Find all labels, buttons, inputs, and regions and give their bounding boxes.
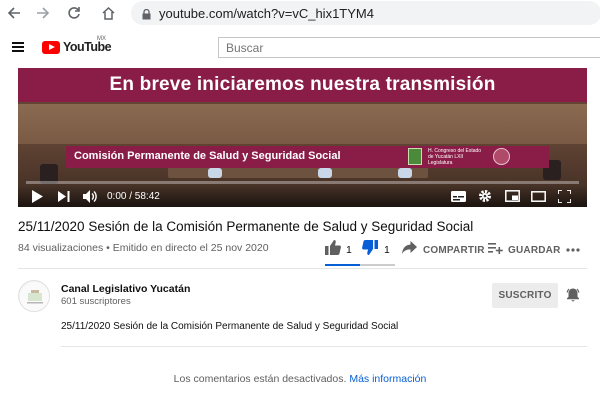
fullscreen-icon[interactable] (556, 189, 572, 203)
lock-icon (142, 7, 151, 25)
player-controls: 0:00 / 58:42 (18, 185, 587, 207)
youtube-watch-page: youtube.com/watch?v=vC_hix1TYM4 YouTube … (0, 0, 600, 407)
browser-toolbar: youtube.com/watch?v=vC_hix1TYM4 (0, 0, 600, 26)
video-frame-monitor (398, 168, 412, 178)
time-display: 0:00 / 58:42 (107, 191, 160, 202)
subscribed-button[interactable]: SUSCRITO (492, 283, 558, 308)
youtube-play-logo-icon (42, 40, 60, 54)
comments-disabled-notice: Los comentarios están desactivados. Más … (0, 373, 600, 385)
site-header: YouTube MX (0, 26, 600, 68)
settings-icon[interactable] (477, 189, 493, 203)
subscriber-count: 601 suscriptores (61, 296, 131, 307)
comments-disabled-text: Los comentarios están desactivados. (173, 373, 347, 385)
forward-arrow-icon[interactable] (33, 3, 53, 23)
country-code: MX (97, 36, 106, 42)
more-info-link[interactable]: Más información (349, 373, 426, 385)
channel-name[interactable]: Canal Legislativo Yucatán (61, 283, 190, 295)
address-bar[interactable]: youtube.com/watch?v=vC_hix1TYM4 (131, 1, 600, 25)
bell-icon[interactable] (565, 287, 581, 303)
save-button[interactable]: GUARDAR (488, 240, 561, 260)
video-frame-monitor (208, 168, 222, 178)
back-arrow-icon[interactable] (4, 3, 24, 23)
share-button[interactable]: COMPARTIR (402, 240, 485, 260)
video-banner-top: En breve iniciaremos nuestra transmisión (18, 68, 587, 102)
next-icon[interactable] (57, 189, 71, 203)
share-label: COMPARTIR (423, 244, 485, 256)
share-icon (402, 241, 417, 259)
dislike-count: 1 (384, 244, 390, 256)
banner-bottom-text: Comisión Permanente de Salud y Seguridad… (74, 150, 341, 162)
search-box[interactable] (218, 37, 600, 58)
divider (61, 346, 587, 347)
playlist-add-icon (488, 241, 503, 259)
video-frame-wall (18, 104, 587, 144)
video-frame-monitor (318, 168, 332, 178)
miniplayer-icon[interactable] (504, 189, 520, 203)
like-count: 1 (346, 244, 352, 256)
home-icon[interactable] (98, 3, 118, 23)
save-label: GUARDAR (508, 244, 561, 256)
thumbs-down-icon (362, 240, 378, 260)
video-meta: 84 visualizaciones • Emitido en directo … (18, 242, 269, 254)
divider (18, 268, 587, 269)
like-ratio-bar (325, 264, 395, 266)
subtitles-icon[interactable] (450, 189, 466, 203)
search-input[interactable] (219, 38, 600, 57)
thumbs-up-icon (325, 240, 341, 260)
play-icon[interactable] (30, 189, 44, 203)
logo-text: YouTube (63, 40, 112, 54)
video-player[interactable]: En breve iniciaremos nuestra transmisión… (18, 68, 587, 207)
seal-text: H. Congreso del Estado de Yucatán LXII L… (428, 148, 482, 166)
theater-icon[interactable] (530, 189, 546, 203)
dislike-button[interactable]: 1 (362, 240, 390, 260)
progress-bar[interactable] (26, 181, 579, 184)
legislature-seal-icon (493, 148, 510, 165)
more-icon[interactable] (566, 240, 580, 260)
video-description: 25/11/2020 Sesión de la Comisión Permane… (61, 321, 399, 332)
url-text: youtube.com/watch?v=vC_hix1TYM4 (159, 6, 374, 21)
channel-avatar[interactable] (18, 280, 50, 312)
reload-icon[interactable] (64, 3, 84, 23)
like-ratio-fill (325, 264, 360, 266)
congress-seal-icon (408, 148, 422, 165)
like-button[interactable]: 1 (325, 240, 352, 260)
video-banner-bottom: Comisión Permanente de Salud y Seguridad… (66, 146, 549, 168)
volume-icon[interactable] (82, 189, 98, 203)
menu-icon[interactable] (12, 42, 24, 52)
youtube-logo[interactable]: YouTube (42, 40, 112, 54)
banner-top-text: En breve iniciaremos nuestra transmisión (109, 74, 496, 95)
video-title: 25/11/2020 Sesión de la Comisión Permane… (18, 219, 474, 234)
